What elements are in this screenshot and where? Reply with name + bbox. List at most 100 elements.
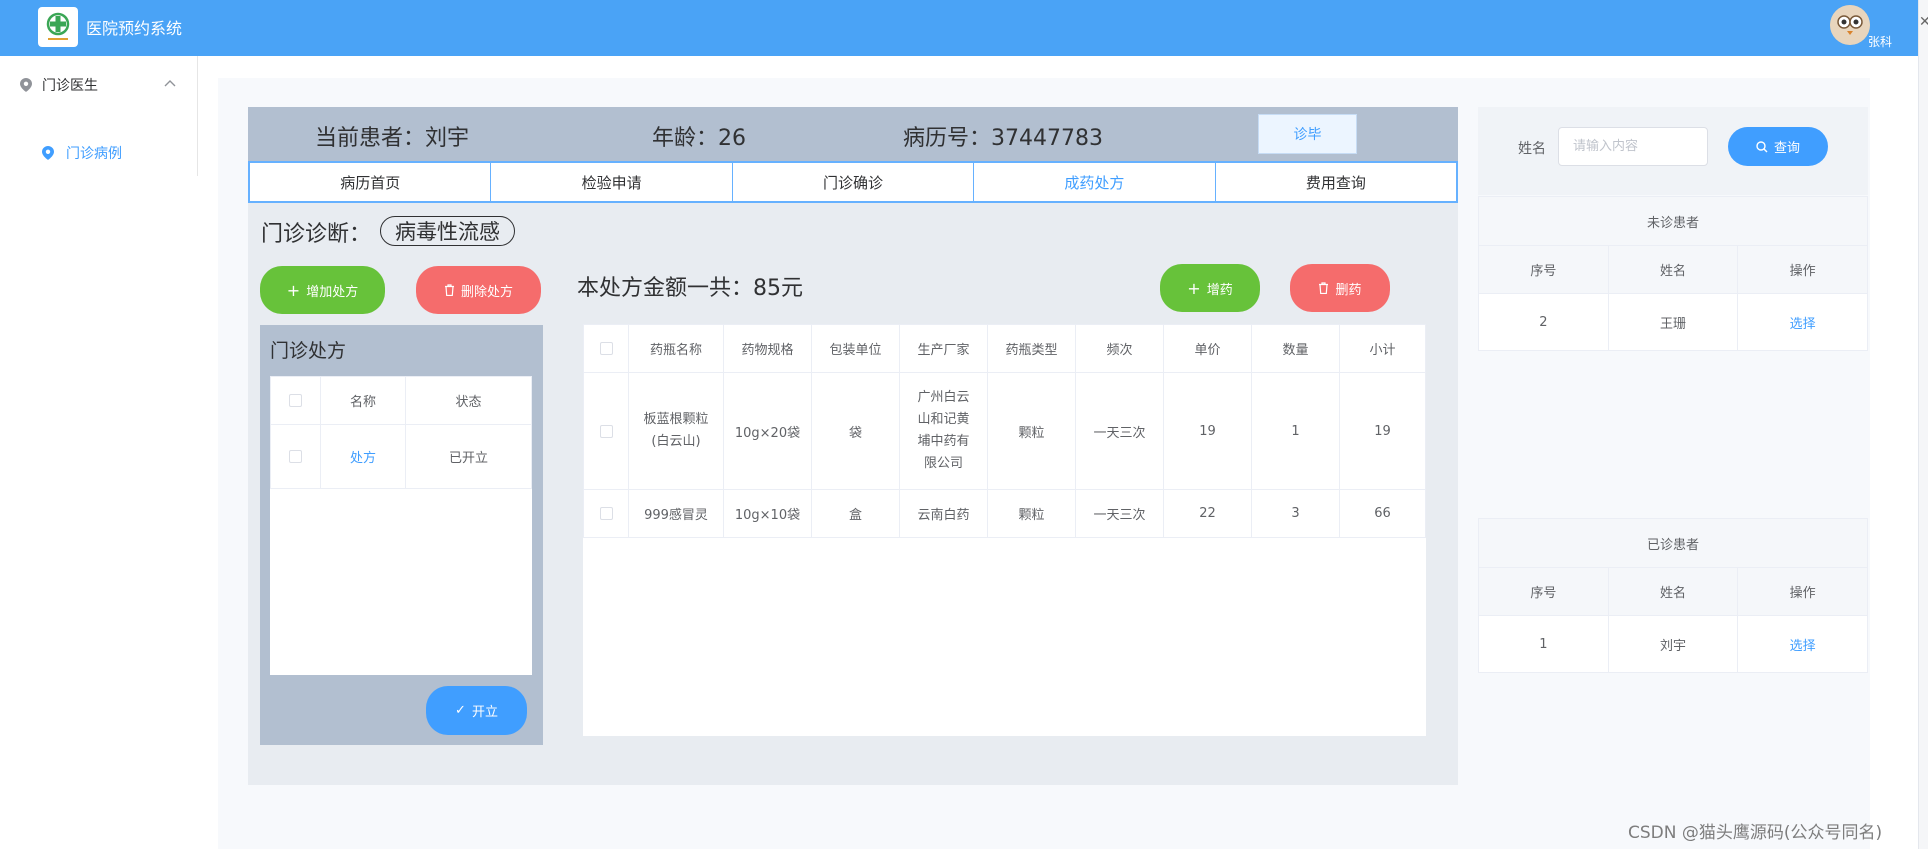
column-header: 名称	[319, 376, 407, 425]
column-header: 药物规格	[723, 324, 812, 373]
row-checkbox[interactable]	[599, 507, 613, 520]
user-name[interactable]: 张科	[1868, 33, 1892, 50]
drug-price: 19	[1163, 372, 1252, 490]
done-patients-caption: 已诊患者	[1478, 518, 1868, 568]
column-header: 单价	[1163, 324, 1252, 373]
column-header: 包装单位	[811, 324, 900, 373]
delete-drug-label: 删药	[1335, 282, 1362, 298]
location-icon	[20, 78, 32, 92]
column-header: 姓名	[1607, 245, 1739, 294]
drug-manufacturer: 云南白药	[899, 489, 988, 538]
select-all-checkbox[interactable]	[599, 342, 613, 355]
tab-record-home[interactable]: 病历首页	[250, 163, 492, 201]
add-prescription-button[interactable]: + 增加处方	[260, 266, 385, 314]
app-title: 医院预约系统	[86, 19, 183, 38]
chevron-up-icon[interactable]	[164, 79, 176, 87]
search-button-label: 查询	[1773, 141, 1800, 156]
patient-number: 1	[1478, 615, 1609, 673]
select-patient-link[interactable]: 选择	[1737, 293, 1868, 351]
top-header: 医院预约系统 张科	[0, 0, 1918, 56]
drug-table: 药瓶名称 药物规格 包装单位 生产厂家 药瓶类型 频次 单价 数量 小计 板蓝根…	[583, 324, 1426, 736]
delete-prescription-button[interactable]: 删除处方	[416, 266, 541, 314]
diagnosis-label: 门诊诊断：	[261, 222, 372, 247]
add-drug-label: 增药	[1206, 282, 1233, 298]
add-drug-button[interactable]: + 增药	[1160, 264, 1260, 312]
table-row: 板蓝根颗粒(白云山) 10g×20袋 袋 广州白云山和记黄埔中药有限公司 颗粒 …	[583, 372, 1426, 490]
search-icon	[1756, 140, 1768, 152]
patient-name-cell: 王珊	[1607, 293, 1739, 351]
drug-subtotal: 66	[1339, 489, 1426, 538]
delete-drug-button[interactable]: 删药	[1290, 264, 1390, 312]
select-patient-link[interactable]: 选择	[1737, 615, 1868, 673]
prescription-status: 已开立	[405, 424, 532, 489]
table-row: 999感冒灵 10g×10袋 盒 云南白药 颗粒 一天三次 22 3 66	[583, 489, 1426, 538]
prescription-name-link[interactable]: 处方	[319, 424, 407, 489]
window-scrollbar[interactable]	[1918, 0, 1928, 849]
table-row: 处方 已开立	[270, 424, 532, 489]
sidebar-group-outpatient-doctor[interactable]: 门诊医生	[20, 75, 98, 95]
patient-record-number: 病历号：37447783	[903, 126, 1103, 151]
finish-diagnosis-button[interactable]: 诊毕	[1258, 114, 1357, 154]
sidebar-group-label: 门诊医生	[42, 78, 98, 94]
delete-prescription-label: 删除处方	[460, 284, 513, 300]
drug-manufacturer: 广州白云山和记黄埔中药有限公司	[899, 372, 988, 490]
tab-outpatient-confirm[interactable]: 门诊确诊	[733, 163, 975, 201]
table-row: 2 王珊 选择	[1478, 293, 1868, 351]
user-avatar-icon[interactable]	[1830, 5, 1870, 45]
drug-spec: 10g×20袋	[723, 372, 812, 490]
check-icon: ✓	[455, 703, 466, 718]
sidebar-item-label: 门诊病例	[66, 146, 122, 162]
table-row: 1 刘宇 选择	[1478, 615, 1868, 673]
column-header: 序号	[1478, 567, 1609, 616]
tab-fee-query[interactable]: 费用查询	[1216, 163, 1456, 201]
open-prescription-button[interactable]: ✓ 开立	[426, 686, 527, 735]
drug-type: 颗粒	[987, 372, 1076, 490]
drug-unit: 盒	[811, 489, 900, 538]
location-icon	[42, 146, 54, 160]
patient-number: 2	[1478, 293, 1609, 351]
trash-icon	[444, 284, 454, 296]
column-header: 状态	[405, 376, 532, 425]
close-icon[interactable]: ✕	[1919, 14, 1928, 30]
tab-prescription[interactable]: 成药处方	[974, 163, 1216, 201]
column-header: 姓名	[1607, 567, 1739, 616]
column-header: 序号	[1478, 245, 1609, 294]
prescription-total: 本处方金额一共：85元	[577, 276, 803, 301]
patient-age: 年龄：26	[652, 126, 746, 151]
drug-type: 颗粒	[987, 489, 1076, 538]
pending-patients-caption: 未诊患者	[1478, 196, 1868, 246]
patient-name-search-input[interactable]	[1558, 127, 1708, 166]
row-checkbox[interactable]	[289, 450, 302, 463]
column-header: 操作	[1737, 567, 1868, 616]
search-label: 姓名	[1518, 141, 1546, 157]
drug-subtotal: 19	[1339, 372, 1426, 490]
prescription-list-table: 名称 状态 处方 已开立	[270, 376, 532, 675]
add-prescription-label: 增加处方	[306, 284, 359, 300]
plus-icon: +	[286, 280, 301, 300]
tab-lab-request[interactable]: 检验申请	[491, 163, 733, 201]
drug-unit: 袋	[811, 372, 900, 490]
hospital-logo-icon	[38, 7, 78, 47]
drug-name: 999感冒灵	[628, 489, 724, 538]
drug-quantity: 3	[1251, 489, 1340, 538]
patient-name-cell: 刘宇	[1607, 615, 1739, 673]
column-header: 频次	[1075, 324, 1164, 373]
drug-frequency: 一天三次	[1075, 372, 1164, 490]
row-checkbox[interactable]	[599, 424, 613, 438]
drug-price: 22	[1163, 489, 1252, 538]
trash-icon	[1319, 282, 1329, 294]
drug-frequency: 一天三次	[1075, 489, 1164, 538]
drug-spec: 10g×10袋	[723, 489, 812, 538]
drug-quantity: 1	[1251, 372, 1340, 490]
case-tabs: 病历首页 检验申请 门诊确诊 成药处方 费用查询	[248, 161, 1458, 203]
sidebar-item-outpatient-cases[interactable]: 门诊病例	[42, 143, 122, 163]
sidebar: 门诊医生 门诊病例	[0, 56, 198, 176]
column-header: 数量	[1251, 324, 1340, 373]
pending-patients-table: 未诊患者 序号 姓名 操作 2 王珊 选择	[1478, 196, 1868, 351]
drug-name: 板蓝根颗粒(白云山)	[628, 372, 724, 490]
diagnosis-badge: 病毒性流感	[380, 216, 515, 246]
select-all-checkbox[interactable]	[289, 394, 302, 407]
search-button[interactable]: 查询	[1728, 127, 1828, 166]
column-header: 药瓶名称	[628, 324, 724, 373]
column-header: 生产厂家	[899, 324, 988, 373]
